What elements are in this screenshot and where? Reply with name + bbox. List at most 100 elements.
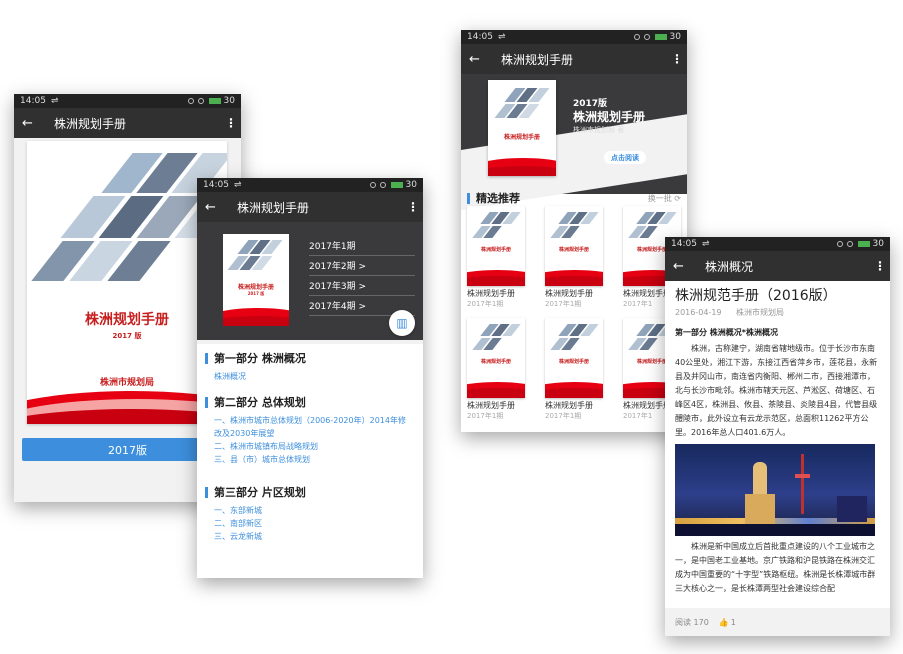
battery-icon [208,98,221,104]
status-time: 14:05 [20,96,46,106]
section-link[interactable]: 三、云龙新城 [205,530,415,543]
wifi-icon [846,241,853,247]
recommend-item-title: 株洲规划手册 [545,289,593,298]
refresh-link[interactable]: 换一批 ⟳ [648,193,681,204]
cover-title: 株洲规划手册 [503,134,540,141]
back-arrow-icon[interactable]: ← [205,200,221,215]
app-title: 株洲规划手册 [54,116,127,131]
city-photo [675,444,875,536]
issue-item[interactable]: 2017年1期 [309,236,415,256]
battery-icon [654,34,667,40]
back-arrow-icon[interactable]: ← [22,116,38,131]
recommend-item[interactable]: 株洲规划手册 株洲规划手册 2017年1期 [545,206,607,309]
app-bar: ← 株洲规划手册 ⋮ [461,44,687,74]
book-cover: 株洲规划手册 [545,318,603,398]
usb-icon: ⇌ [50,96,59,106]
status-bar: 14:05 ⇌ 30 [461,30,687,44]
article-footer: 阅读 170 👍 1 [665,608,890,636]
section-title: 第三部分 片区规划 [205,484,415,500]
issue-item[interactable]: 2017年2期 > [309,256,415,276]
cover-title: 株洲规划手册 [237,284,274,291]
recommend-item-issue: 2017年1期 [467,412,504,420]
article-date: 2016-04-19 [675,308,722,317]
alarm-icon [187,98,194,104]
overflow-menu-icon[interactable]: ⋮ [407,201,419,213]
status-bar: 14:05 ⇌ 30 [665,237,890,251]
recommend-item[interactable]: 株洲规划手册 株洲规划手册 2017年1期 [545,318,607,421]
article-heading: 第一部分 株洲概况*株洲概况 [675,328,778,337]
recommend-item-title: 株洲规划手册 [467,401,515,410]
section-link[interactable]: 二、株洲市城镇布局战略规划 [205,440,415,453]
app-bar: ← 株洲规划手册 ⋮ [197,192,423,222]
back-arrow-icon[interactable]: ← [673,259,689,274]
recommend-item-title: 株洲规划手册 [545,401,593,410]
battery-icon [390,182,403,188]
overflow-menu-icon[interactable]: ⋮ [225,117,237,129]
like-icon[interactable]: 👍 [719,618,729,627]
article-meta: 2016-04-19 株洲市规划局 [675,307,880,318]
alarm-icon [836,241,843,247]
book-cover: 株洲规划手册 [545,206,603,286]
recommend-item-issue: 2017年1期 [467,300,504,308]
cover-title: 株洲规划手册 [480,247,511,253]
cover-year: 2017 版 [247,291,265,296]
section-3: 第三部分 片区规划 一、东部新城 二、南部新区 三、云龙新城 [197,478,423,578]
wifi-icon [643,34,650,40]
battery-icon [857,241,870,247]
app-title: 株洲规划手册 [501,52,574,67]
issue-list: 2017年1期 2017年2期 > 2017年3期 > 2017年4期 > [309,236,415,316]
overflow-menu-icon[interactable]: ⋮ [874,260,886,272]
read-count: 阅读 170 [675,617,709,627]
article-paragraph: 株洲，古称建宁，湖南省辖地级市。位于长沙市东南40公里处，湘江下游，东接江西省萍… [675,344,878,437]
back-arrow-icon[interactable]: ← [469,52,485,67]
section-link[interactable]: 一、株洲市城市总体规划（2006-2020年）2014年修 [205,414,415,427]
recommend-item-title: 株洲规划手册 [467,289,515,298]
book-read-icon[interactable]: ▥ [389,310,415,336]
recommend-item[interactable]: 株洲规划手册 株洲规划手册 2017年1期 [467,206,529,309]
usb-icon: ⇌ [701,239,710,249]
book-cover[interactable]: 株洲规划手册 2017 版 [223,234,289,326]
article-paragraph: 株洲是新中国成立后首批重点建设的八个工业城市之一，是中国老工业基地。京广铁路和沪… [675,542,876,593]
recommend-item[interactable]: 株洲规划手册 株洲规划手册 2017年1期 [467,318,529,421]
app-bar: ← 株洲规划手册 ⋮ [14,108,241,138]
overflow-menu-icon[interactable]: ⋮ [671,53,683,65]
article-source: 株洲市规划局 [736,308,785,317]
usb-icon: ⇌ [497,32,506,42]
book-cover: 株洲规划手册 [467,206,525,286]
battery-level: 30 [872,239,884,249]
battery-level: 30 [405,180,417,190]
cover-title: 株洲规划手册 [558,359,589,365]
section-link[interactable]: 改及2030年展望 [205,427,415,440]
battery-level: 30 [669,32,681,42]
status-time: 14:05 [671,239,697,249]
section-link[interactable]: 二、南部新区 [205,517,415,530]
status-bar: 14:05 ⇌ 30 [14,94,241,108]
book-title: 株洲规划手册 [573,110,646,124]
like-count: 1 [730,617,736,627]
phone-3-screen: 14:05 ⇌ 30 ← 株洲规划手册 ⋮ 株洲规划手册 2017版 株洲规划手… [461,30,687,432]
status-time: 14:05 [203,180,229,190]
section-link[interactable]: 三、县（市）城市总体规划 [205,453,415,466]
issue-item[interactable]: 2017年3期 > [309,276,415,296]
section-link[interactable]: 一、东部新城 [205,504,415,517]
usb-icon: ⇌ [233,180,242,190]
alarm-icon [369,182,376,188]
recommend-item-issue: 2017年1期 [545,412,582,420]
article-title: 株洲规范手册（2016版） [675,288,837,304]
cover-title: 株洲规划手册 [558,247,589,253]
book-author: 株洲市规划局 著 [573,126,625,134]
book-cover[interactable]: 株洲规划手册 [488,80,556,176]
app-bar: ← 株洲概况 ⋮ [665,251,890,281]
alarm-icon [633,34,640,40]
recommend-title: 精选推荐 [476,192,520,205]
app-title: 株洲规划手册 [237,200,310,215]
recommend-item-issue: 2017年1期 [545,300,582,308]
app-title: 株洲概况 [705,259,754,274]
status-bar: 14:05 ⇌ 30 [197,178,423,192]
section-2: 第二部分 总体规划 一、株洲市城市总体规划（2006-2020年）2014年修 … [197,388,423,478]
phone-2-screen: 14:05 ⇌ 30 ← 株洲规划手册 ⋮ 株洲规划手册 2017 版 2017… [197,178,423,578]
section-link[interactable]: 株洲概况 [205,370,415,383]
section-title: 第一部分 株洲概况 [205,350,415,366]
cover-title: 株洲规划手册 [480,359,511,365]
read-button[interactable]: 点击阅读 [604,151,646,164]
